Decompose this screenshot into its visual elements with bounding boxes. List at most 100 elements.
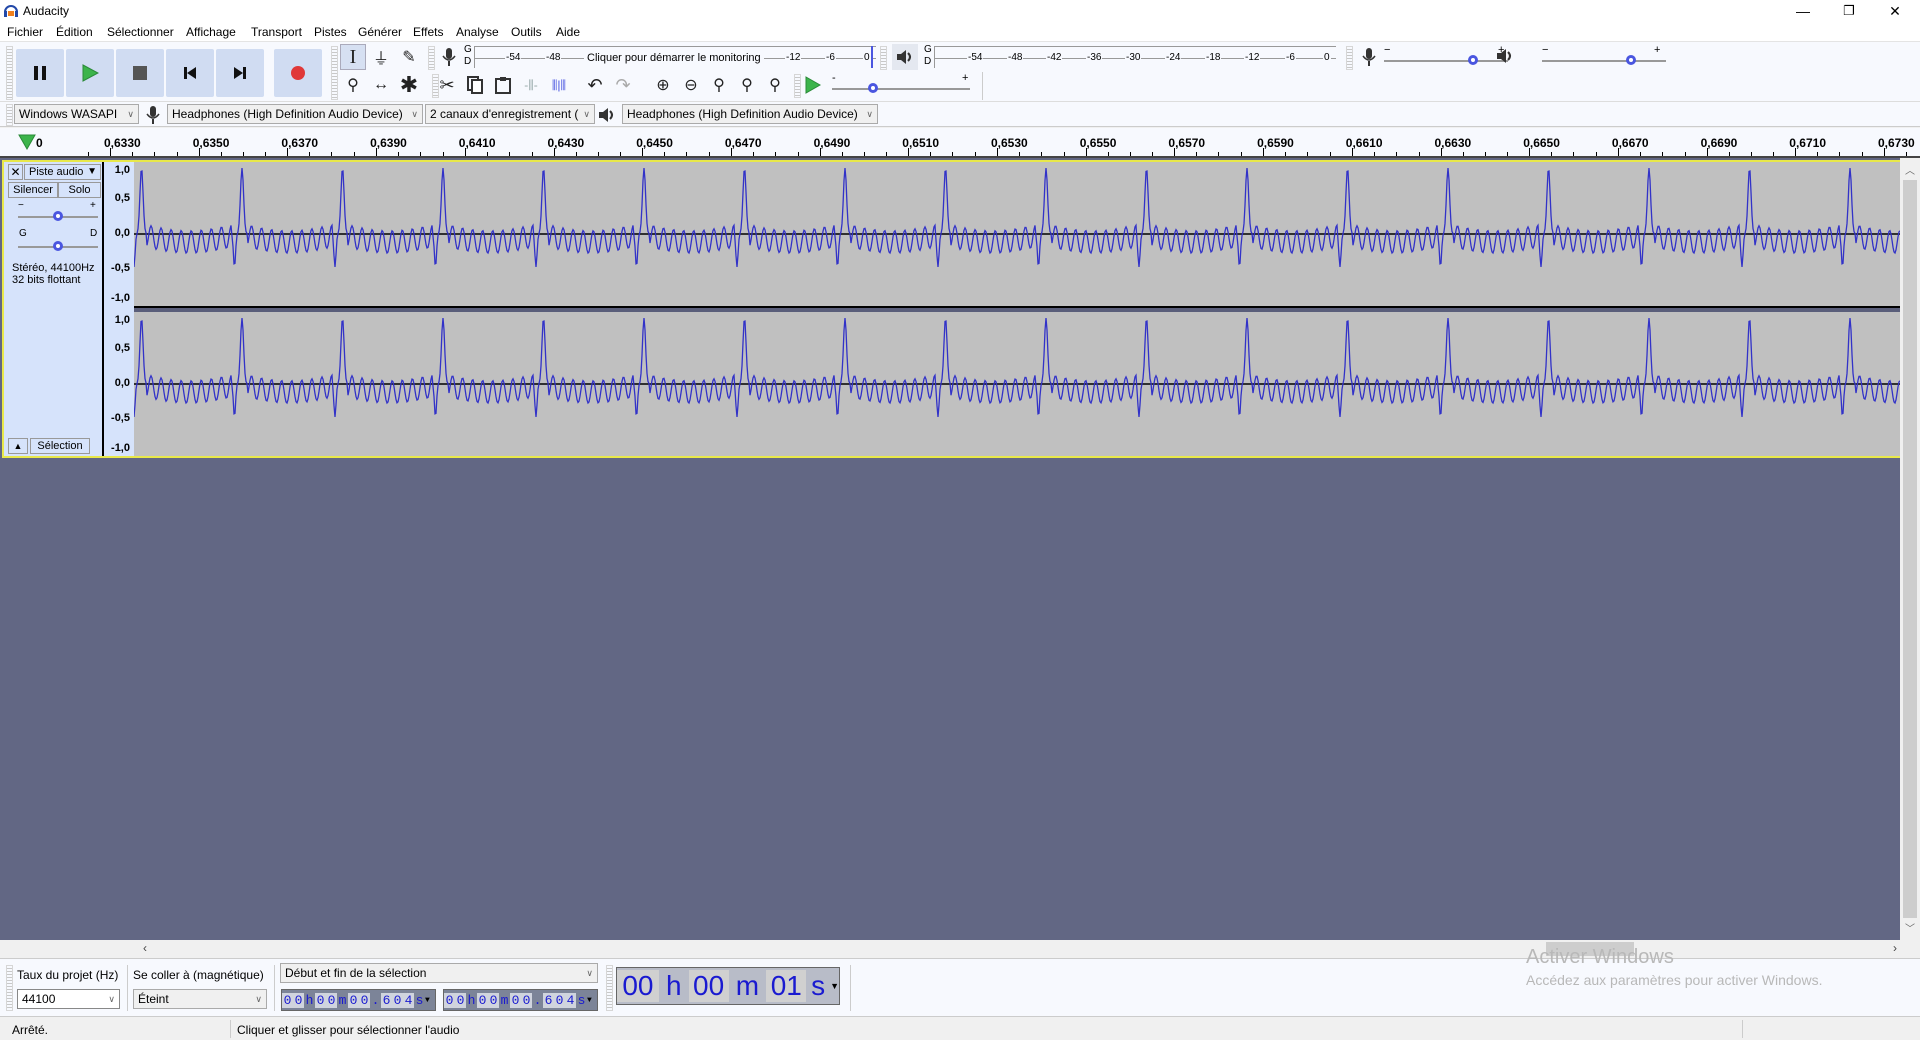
cut-button[interactable]: ✂ bbox=[434, 72, 460, 98]
skip-to-start-button[interactable] bbox=[166, 49, 214, 97]
menu-aide[interactable]: Aide bbox=[556, 25, 580, 39]
record-button[interactable] bbox=[274, 49, 322, 97]
menu-generer[interactable]: Générer bbox=[358, 25, 402, 39]
rec-meter-grip[interactable] bbox=[428, 46, 435, 70]
recording-channels-select[interactable]: 2 canaux d'enregistrement (∨ bbox=[425, 104, 595, 124]
play-head-triangle-icon[interactable] bbox=[18, 134, 36, 150]
menu-transport[interactable]: Transport bbox=[251, 25, 302, 39]
draw-tool[interactable]: ✎ bbox=[396, 44, 422, 70]
scroll-left-icon[interactable]: ‹ bbox=[138, 941, 152, 957]
time-toolbar-grip[interactable] bbox=[606, 965, 613, 1011]
horizontal-scroll-thumb[interactable] bbox=[1546, 942, 1634, 956]
transport-toolbar-grip[interactable] bbox=[6, 46, 13, 100]
recording-volume-knob[interactable] bbox=[1468, 55, 1479, 65]
snap-to-select[interactable]: Éteint ∨ bbox=[133, 989, 267, 1009]
play-meter-grip[interactable] bbox=[880, 46, 887, 70]
ruler-tick bbox=[1129, 152, 1131, 156]
envelope-tool[interactable]: ⏚ bbox=[368, 44, 394, 70]
waveform-channel-left[interactable] bbox=[133, 162, 1901, 306]
restore-button[interactable]: ❐ bbox=[1826, 0, 1872, 22]
play-button[interactable] bbox=[66, 49, 114, 97]
audio-host-select[interactable]: Windows WASAPI ∨ bbox=[14, 104, 139, 124]
play-meter-button[interactable] bbox=[892, 44, 918, 70]
selection-tool[interactable]: I bbox=[340, 44, 366, 70]
zoom-out-button[interactable]: ⊖ bbox=[678, 72, 704, 98]
recording-meter[interactable]: -54 -48 Cliquer pour démarrer le monitor… bbox=[474, 46, 876, 68]
playback-meter[interactable]: -54 -48 -42 -36 -30 -24 -18 -12 -6 0 bbox=[934, 46, 1336, 68]
time-format-dropdown-icon[interactable]: ▼ bbox=[830, 981, 839, 991]
waveform-channel-right[interactable] bbox=[133, 312, 1901, 456]
time-display[interactable]: 00 h 00 m 01 s ▼ bbox=[616, 967, 840, 1005]
select-track-button[interactable]: Sélection bbox=[30, 438, 90, 454]
scroll-down-icon[interactable]: ﹀ bbox=[1900, 920, 1920, 936]
stop-button[interactable] bbox=[116, 49, 164, 97]
recording-volume-slider[interactable] bbox=[1384, 60, 1508, 62]
menu-analyse[interactable]: Analyse bbox=[456, 25, 499, 39]
fit-project-button[interactable]: ⚲ bbox=[734, 72, 760, 98]
menu-outils[interactable]: Outils bbox=[511, 25, 542, 39]
zoom-in-button[interactable]: ⊕ bbox=[650, 72, 676, 98]
solo-button[interactable]: Solo bbox=[58, 182, 101, 198]
timeline-ruler[interactable]: 0 0,6330 0,6350 0,6370 0,6390 0,6410 0,6430 0,… bbox=[0, 128, 1920, 158]
vertical-scale-right[interactable]: 1,0 0,5 0,0 -0,5 -1,0 bbox=[104, 312, 134, 456]
time-digit: 6 bbox=[543, 992, 554, 1008]
scroll-right-icon[interactable]: › bbox=[1888, 941, 1902, 957]
undo-button[interactable]: ↶ bbox=[582, 72, 608, 98]
menu-effets[interactable]: Effets bbox=[413, 25, 443, 39]
menu-affichage[interactable]: Affichage bbox=[186, 25, 236, 39]
device-toolbar-grip[interactable] bbox=[6, 104, 13, 126]
selection-end-time[interactable]: 0 0 h 0 0 m 0 0. 6 0 4 s ▼ bbox=[443, 989, 598, 1011]
menu-selectionner[interactable]: Sélectionner bbox=[107, 25, 174, 39]
silence-button[interactable]: ⫼|⫼ bbox=[546, 72, 572, 98]
fit-selection-button[interactable]: ⚲ bbox=[706, 72, 732, 98]
playback-device-select[interactable]: Headphones (High Definition Audio Device… bbox=[622, 104, 878, 124]
trim-audio-icon: -⫼- bbox=[524, 77, 538, 92]
playback-volume-slider[interactable] bbox=[1542, 60, 1666, 62]
multi-tool[interactable]: ✱ bbox=[396, 72, 422, 98]
rec-meter-button[interactable] bbox=[436, 44, 462, 70]
time-format-dropdown-icon[interactable]: ▼ bbox=[425, 996, 430, 1005]
selection-toolbar-grip[interactable] bbox=[6, 965, 13, 1011]
gain-knob[interactable] bbox=[53, 211, 63, 221]
scroll-up-icon[interactable]: ︿ bbox=[1900, 162, 1920, 178]
ruler-tick bbox=[398, 152, 400, 156]
ruler-tick bbox=[553, 148, 555, 156]
copy-button[interactable] bbox=[462, 72, 488, 98]
project-rate-select[interactable]: 44100 ∨ bbox=[17, 989, 120, 1009]
play-speed-knob[interactable] bbox=[868, 83, 879, 93]
tools-toolbar-grip[interactable] bbox=[331, 46, 338, 100]
vertical-scale-left[interactable]: 1,0 0,5 0,0 -0,5 -1,0 bbox=[104, 162, 134, 306]
minimize-button[interactable]: — bbox=[1780, 0, 1826, 22]
audio-track[interactable]: ✕ Piste audio ▼ Silencer Solo − + G D St… bbox=[2, 160, 1901, 458]
time-shift-tool[interactable]: ↔ bbox=[368, 72, 394, 98]
zoom-toggle-button[interactable]: ⚲ bbox=[762, 72, 788, 98]
vertical-scroll-thumb[interactable] bbox=[1903, 180, 1917, 918]
vertical-scrollbar[interactable]: ︿ ﹀ bbox=[1900, 158, 1920, 940]
play-at-speed-button[interactable] bbox=[800, 72, 826, 98]
collapse-track-button[interactable]: ▲ bbox=[8, 438, 28, 454]
mixer-grip[interactable] bbox=[1346, 46, 1353, 70]
close-button[interactable]: ✕ bbox=[1872, 0, 1918, 22]
time-format-dropdown-icon[interactable]: ▼ bbox=[587, 996, 592, 1005]
close-track-button[interactable]: ✕ bbox=[8, 164, 23, 180]
recording-device-select[interactable]: Headphones (High Definition Audio Device… bbox=[167, 104, 423, 124]
menu-fichier[interactable]: Fichier bbox=[7, 25, 43, 39]
track-menu-button[interactable]: Piste audio ▼ bbox=[24, 164, 101, 180]
playback-volume-knob[interactable] bbox=[1626, 55, 1637, 65]
menu-pistes[interactable]: Pistes bbox=[314, 25, 347, 39]
mute-button[interactable]: Silencer bbox=[8, 182, 58, 198]
redo-button[interactable]: ↷ bbox=[610, 72, 636, 98]
zoom-tool[interactable]: ⚲ bbox=[340, 72, 366, 98]
horizontal-scrollbar[interactable]: ‹ › bbox=[0, 940, 1920, 959]
selection-start-time[interactable]: 0 0 h 0 0 m 0 0. 6 0 4 s ▼ bbox=[281, 989, 436, 1011]
pause-button[interactable] bbox=[16, 49, 64, 97]
skip-to-end-button[interactable] bbox=[216, 49, 264, 97]
menu-edition[interactable]: Édition bbox=[56, 25, 93, 39]
play-speed-slider[interactable] bbox=[832, 88, 970, 90]
trim-button[interactable]: -⫼- bbox=[518, 72, 544, 98]
pan-knob[interactable] bbox=[53, 241, 63, 251]
monitoring-prompt[interactable]: Cliquer pour démarrer le monitoring bbox=[584, 52, 764, 64]
paste-button[interactable] bbox=[490, 72, 516, 98]
selection-mode-select[interactable]: Début et fin de la sélection ∨ bbox=[280, 963, 598, 983]
time-digit: 4 bbox=[565, 992, 576, 1008]
